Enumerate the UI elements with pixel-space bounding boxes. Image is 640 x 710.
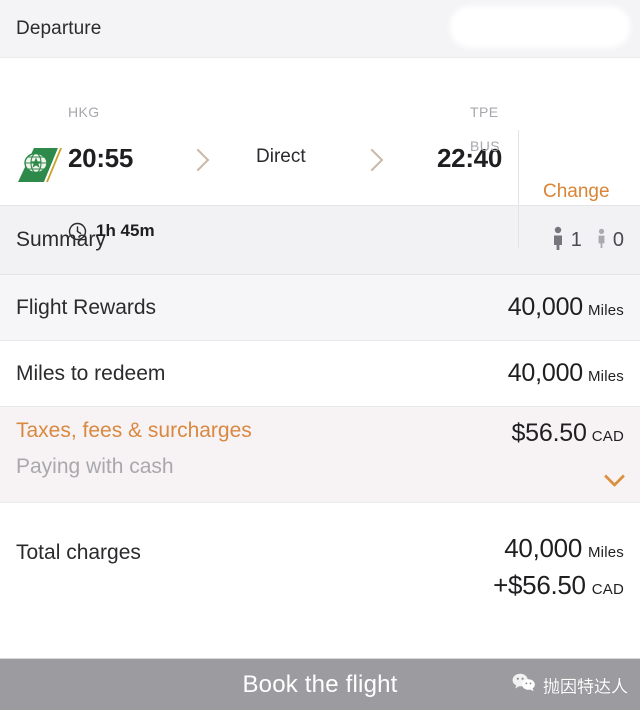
taxes-row[interactable]: Taxes, fees & surcharges Paying with cas… xyxy=(0,407,640,503)
adult-passenger-icon xyxy=(551,226,565,255)
segment-times-row: 20:55 Direct 22:40 xyxy=(0,143,640,180)
total-miles-line: 40,000 Miles xyxy=(493,533,624,564)
fare-unit: Miles xyxy=(587,302,624,319)
adult-count: 1 xyxy=(570,228,582,251)
fare-unit: Miles xyxy=(587,368,624,385)
total-label: Total charges xyxy=(16,541,141,564)
fare-row-miles-to-redeem: Miles to redeem 40,000 Miles xyxy=(0,341,640,407)
booking-summary-screen: Departure 20:55 Direct 22:40 HKG TPE BUS… xyxy=(0,0,640,710)
fare-row-flight-rewards: Flight Rewards 40,000 Miles xyxy=(0,275,640,341)
book-flight-button[interactable]: Book the flight xyxy=(242,671,397,699)
clock-icon xyxy=(68,222,87,241)
flight-segment-card[interactable]: 20:55 Direct 22:40 HKG TPE BUS 1h 45m Ch… xyxy=(0,58,640,248)
child-count: 0 xyxy=(612,228,624,251)
taxes-text-group: Taxes, fees & surcharges Paying with cas… xyxy=(16,419,252,479)
child-passengers: 0 xyxy=(596,228,624,253)
vertical-divider xyxy=(518,130,519,248)
child-passenger-icon xyxy=(596,228,607,253)
change-flight-button[interactable]: Change xyxy=(543,181,610,203)
fare-label: Flight Rewards xyxy=(16,295,157,319)
chevron-right-icon xyxy=(186,148,210,172)
chevron-right-icon xyxy=(360,148,384,172)
total-cash-unit: CAD xyxy=(591,581,624,598)
wechat-icon xyxy=(512,672,536,697)
stops-label: Direct xyxy=(256,146,306,167)
fare-amount: 40,000 Miles xyxy=(508,359,624,388)
taxes-amount: $56.50 CAD xyxy=(511,419,624,448)
taxes-currency: CAD xyxy=(591,428,624,445)
adult-passengers: 1 xyxy=(551,226,582,255)
total-charges-row: Total charges 40,000 Miles +$56.50 CAD xyxy=(0,503,640,631)
page-header: Departure xyxy=(0,0,640,58)
payment-method-label: Paying with cash xyxy=(16,455,174,478)
total-cash-amount: +$56.50 xyxy=(493,570,586,600)
taxes-value: $56.50 xyxy=(511,419,587,447)
chevron-down-icon[interactable] xyxy=(603,465,626,488)
watermark-text: 抛因特达人 xyxy=(543,677,628,697)
total-cash-line: +$56.50 CAD xyxy=(493,570,624,601)
redacted-overlay xyxy=(450,6,630,48)
book-flight-bar[interactable]: Book the flight 抛因特达人 xyxy=(0,658,640,710)
arrival-terminal: BUS xyxy=(470,138,500,154)
fare-amount: 40,000 Miles xyxy=(508,293,624,322)
flight-duration: 1h 45m xyxy=(68,221,155,241)
fare-value: 40,000 xyxy=(507,293,583,321)
duration-text: 1h 45m xyxy=(96,221,155,240)
departure-airport-code: HKG xyxy=(68,104,100,120)
page-title: Departure xyxy=(16,17,102,39)
fare-label: Miles to redeem xyxy=(16,361,166,385)
passenger-counts: 1 0 xyxy=(551,226,624,255)
departure-time: 20:55 xyxy=(68,143,133,173)
wechat-watermark: 抛因特达人 xyxy=(512,672,628,697)
taxes-title: Taxes, fees & surcharges xyxy=(16,419,252,442)
fare-value: 40,000 xyxy=(507,359,583,387)
total-values: 40,000 Miles +$56.50 CAD xyxy=(493,533,624,607)
total-miles-amount: 40,000 xyxy=(504,533,582,563)
arrival-airport-code: TPE xyxy=(470,104,499,120)
total-miles-unit: Miles xyxy=(587,544,624,561)
